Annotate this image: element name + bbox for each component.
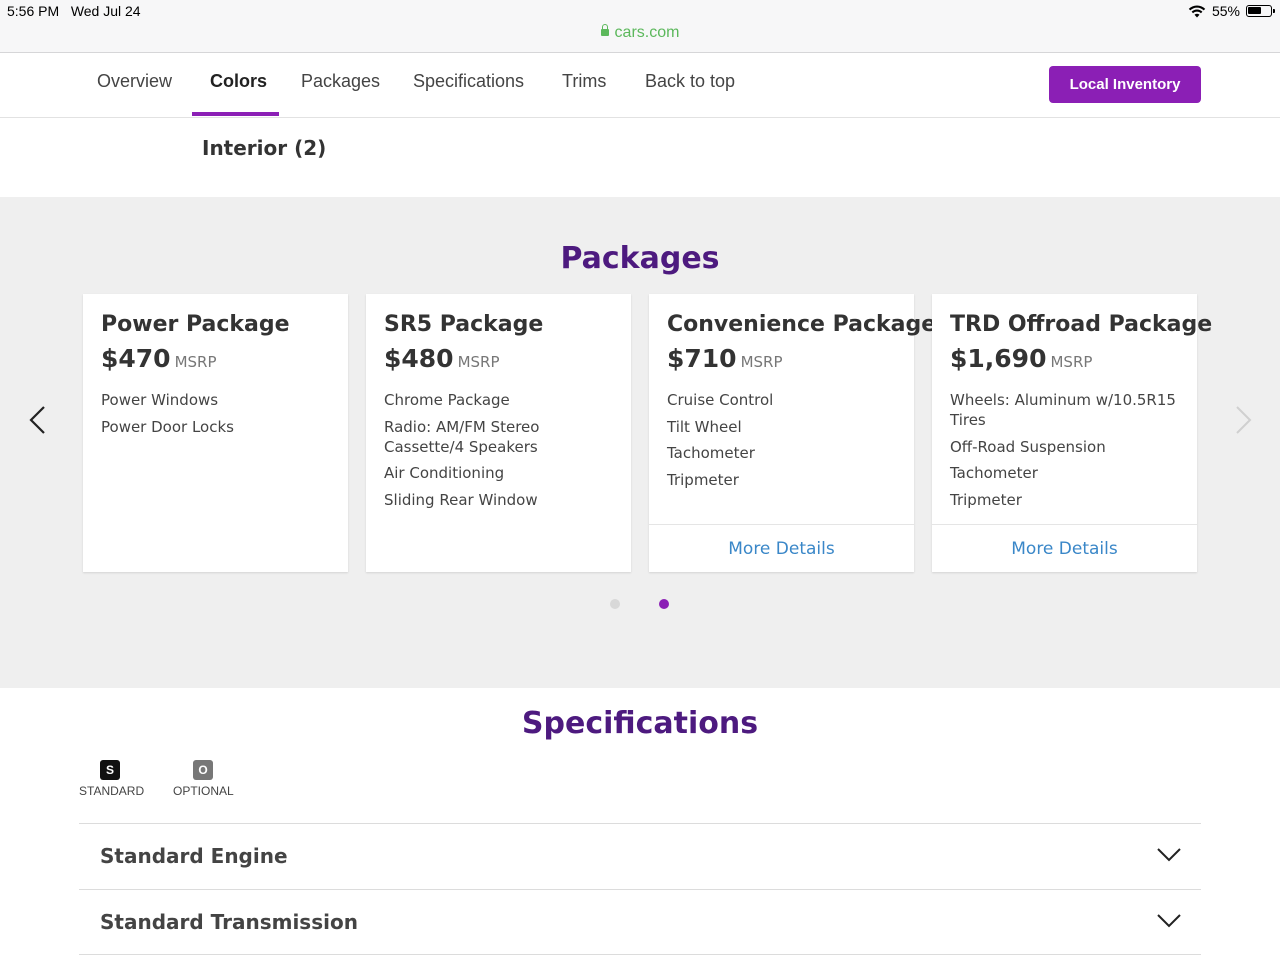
chevron-down-icon	[1157, 914, 1181, 928]
lock-icon	[600, 24, 609, 36]
spec-row-standard-engine[interactable]: Standard Engine	[79, 823, 1201, 889]
feature-item: Air Conditioning	[384, 464, 505, 482]
battery-percent: 55%	[1211, 3, 1240, 19]
package-card: Convenience Package $710 MSRP Cruise Cont…	[649, 294, 936, 572]
legend-optional: O OPTIONAL	[173, 760, 234, 798]
spec-row-standard-transmission[interactable]: Standard Transmission	[79, 889, 1201, 955]
feature-item: Tripmeter	[950, 490, 1022, 509]
chevron-left-icon	[29, 406, 45, 434]
feature-item: Wheels: Aluminum w/10.5R15 Tires	[950, 391, 1176, 429]
feature-item: Sliding Rear Window	[384, 490, 538, 509]
package-name: Power Package	[101, 312, 290, 337]
pagination-dot-2-active[interactable]	[659, 599, 669, 609]
nav-trims[interactable]: Trims	[562, 71, 606, 92]
pagination-dot-1[interactable]	[610, 599, 620, 609]
package-features: Wheels: Aluminum w/10.5R15 Tires Off-Roa…	[950, 390, 1180, 516]
feature-item: Power Windows	[101, 391, 219, 409]
local-inventory-button[interactable]: Local Inventory	[1049, 66, 1201, 103]
spec-row-label: Standard Transmission	[100, 910, 358, 934]
more-details-link[interactable]: More Details	[932, 524, 1197, 572]
package-name: Convenience Package	[667, 312, 937, 337]
feature-item: Tachometer	[950, 464, 1038, 482]
package-price: $1,690 MSRP	[950, 344, 1093, 373]
standard-badge-icon: S	[100, 760, 120, 780]
feature-item: Radio: AM/FM Stereo Cassette/4 Speakers	[384, 417, 540, 456]
feature-item: Off-Road Suspension	[950, 437, 1106, 456]
package-card: SR5 Package $480 MSRP Chrome Package Radi…	[366, 294, 631, 572]
legend-standard-label: STANDARD	[79, 784, 145, 798]
nav-packages[interactable]: Packages	[301, 71, 380, 92]
package-name: SR5 Package	[384, 312, 544, 337]
spec-row-label: Standard Engine	[100, 844, 288, 868]
optional-badge-icon: O	[193, 760, 213, 780]
battery-icon	[1246, 5, 1275, 17]
legend-optional-label: OPTIONAL	[173, 784, 234, 798]
package-price: $710 MSRP	[667, 344, 783, 373]
feature-item: Chrome Package	[384, 391, 510, 409]
address-bar[interactable]: cars.com	[0, 24, 1280, 42]
carousel-next-button[interactable]	[1233, 405, 1253, 435]
legend-standard: S STANDARD	[79, 760, 145, 798]
feature-item: Tripmeter	[667, 470, 739, 489]
nav-back-to-top[interactable]: Back to top	[645, 71, 735, 92]
feature-item: Tachometer	[667, 444, 755, 462]
browser-status-bar: 5:56 PM Wed Jul 24 55% cars.com	[0, 0, 1280, 53]
specifications-title: Specifications	[521, 706, 759, 741]
url-text: cars.com	[614, 24, 680, 41]
chevron-right-icon	[1236, 406, 1252, 434]
package-features: Chrome Package Radio: AM/FM Stereo Casse…	[384, 390, 614, 516]
nav-colors[interactable]: Colors	[210, 71, 267, 92]
package-card: TRD Offroad Package $1,690 MSRP Wheels: A…	[932, 294, 1212, 572]
package-price: $470 MSRP	[101, 344, 217, 373]
package-price: $480 MSRP	[384, 344, 500, 373]
packages-section: Packages Power Package $470 MSRP Power Wi…	[0, 197, 1280, 688]
feature-item: Tilt Wheel	[667, 417, 742, 436]
package-name: TRD Offroad Package	[950, 312, 1213, 337]
chevron-down-icon	[1157, 848, 1181, 862]
package-card: Power Package $470 MSRP Power Windows Pow…	[83, 294, 348, 572]
status-time: 5:56 PM Wed Jul 24	[7, 3, 141, 19]
active-tab-indicator	[192, 112, 279, 116]
feature-item: Cruise Control	[667, 391, 774, 409]
nav-overview[interactable]: Overview	[97, 71, 172, 92]
interior-colors-toggle[interactable]: Interior (2)	[202, 136, 326, 160]
carousel-prev-button[interactable]	[28, 405, 48, 435]
nav-specifications[interactable]: Specifications	[413, 71, 524, 92]
package-features: Power Windows Power Door Locks	[101, 390, 331, 443]
section-nav: Overview Colors Packages Specifications …	[0, 53, 1280, 118]
more-details-link[interactable]: More Details	[649, 524, 914, 572]
package-features: Cruise Control Tilt Wheel Tachometer Tri…	[667, 390, 897, 496]
status-indicators: 55%	[1188, 3, 1275, 19]
wifi-icon	[1188, 5, 1206, 17]
packages-title: Packages	[560, 241, 720, 276]
feature-item: Power Door Locks	[101, 417, 234, 436]
